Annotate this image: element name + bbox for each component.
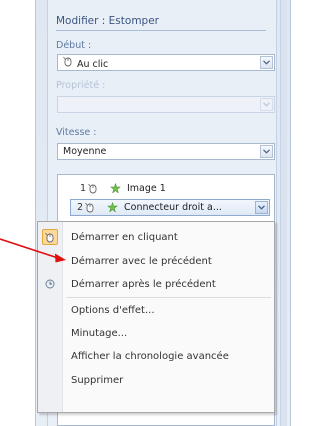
annotation-arrow — [0, 238, 66, 263]
